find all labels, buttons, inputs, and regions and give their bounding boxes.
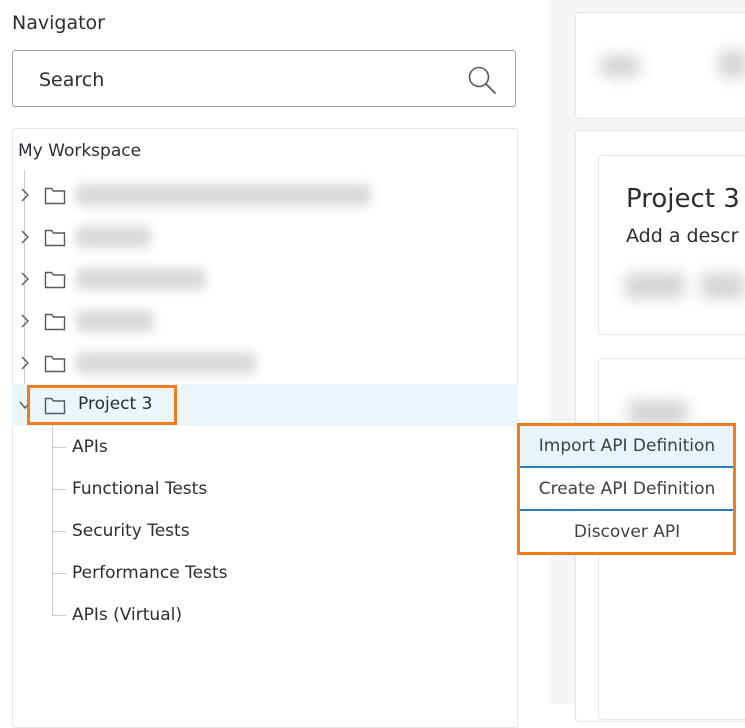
- tree-item-project[interactable]: [12, 174, 518, 216]
- discover-api-item[interactable]: Discover API: [520, 512, 734, 552]
- project-highlight-box: [27, 385, 177, 425]
- blurred-project-name: [76, 184, 371, 206]
- tree-item-project[interactable]: [12, 342, 518, 384]
- blurred-content: [625, 273, 685, 299]
- folder-icon: [44, 313, 66, 331]
- tree-child-performance-tests[interactable]: Performance Tests: [72, 563, 227, 583]
- chevron-right-icon[interactable]: [19, 272, 31, 286]
- blurred-project-name: [76, 310, 154, 332]
- tree-child-security-tests[interactable]: Security Tests: [72, 521, 190, 541]
- child-connector: [52, 489, 66, 490]
- search-input[interactable]: [37, 51, 461, 108]
- workspace-label[interactable]: My Workspace: [18, 141, 141, 161]
- chevron-right-icon[interactable]: [19, 356, 31, 370]
- tree-child-apis-virtual[interactable]: APIs (Virtual): [72, 605, 182, 625]
- tree-item-project[interactable]: [12, 258, 518, 300]
- tree-item-project[interactable]: [12, 300, 518, 342]
- blurred-content: [628, 400, 688, 426]
- create-api-definition-item[interactable]: Create API Definition: [520, 469, 734, 509]
- navigator-panel: Navigator My Workspace: [0, 0, 548, 728]
- folder-icon: [44, 229, 66, 247]
- chevron-right-icon[interactable]: [19, 188, 31, 202]
- import-api-definition-item[interactable]: Import API Definition: [520, 426, 734, 466]
- child-connector: [52, 531, 66, 532]
- folder-icon: [44, 187, 66, 205]
- blurred-project-name: [76, 352, 256, 374]
- child-connector: [52, 573, 66, 574]
- blurred-project-name: [76, 226, 151, 248]
- chevron-right-icon[interactable]: [19, 314, 31, 328]
- blurred-content: [718, 50, 745, 78]
- project-description[interactable]: Add a descr: [626, 225, 738, 247]
- search-box[interactable]: [12, 50, 516, 108]
- menu-separator: [520, 509, 734, 511]
- blurred-project-name: [76, 268, 206, 290]
- project-heading: Project 3: [626, 184, 740, 214]
- tree-child-apis[interactable]: APIs: [72, 437, 108, 457]
- blurred-content: [600, 55, 640, 77]
- child-connector: [52, 447, 66, 448]
- child-guide-line: [52, 426, 53, 616]
- tree-child-functional-tests[interactable]: Functional Tests: [72, 479, 207, 499]
- menu-separator: [520, 466, 734, 468]
- search-icon[interactable]: [467, 65, 497, 95]
- navigator-title: Navigator: [12, 12, 105, 34]
- blurred-content: [700, 273, 745, 299]
- child-connector: [52, 615, 66, 616]
- chevron-right-icon[interactable]: [19, 230, 31, 244]
- tree-item-project[interactable]: [12, 216, 518, 258]
- folder-icon: [44, 271, 66, 289]
- folder-icon: [44, 355, 66, 373]
